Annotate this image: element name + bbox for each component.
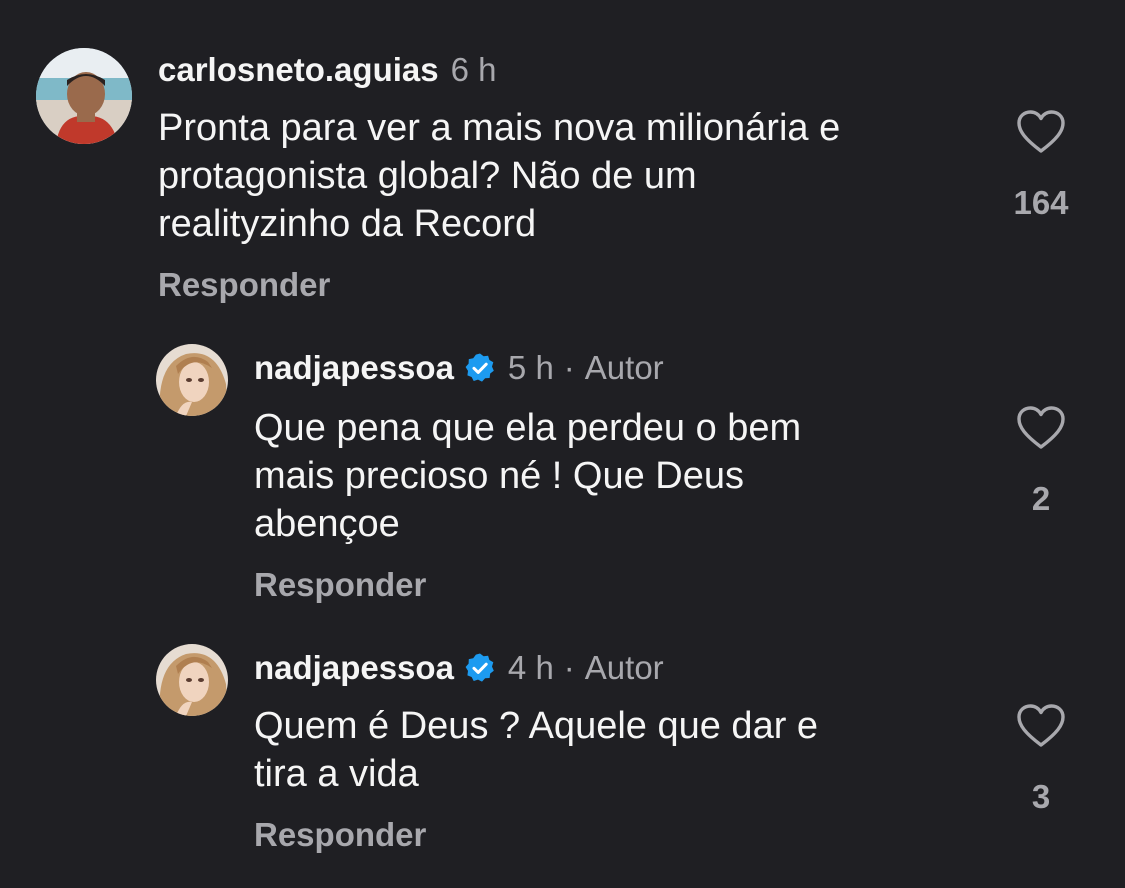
comment-text: Quem é Deus ? Aquele que dar e tira a vi… [254, 702, 818, 798]
avatar[interactable] [36, 48, 132, 144]
separator: · [563, 349, 575, 386]
verified-badge-icon [465, 353, 494, 382]
timestamp: 5 h [507, 349, 554, 386]
comment-line: Pronta para ver a mais nova milionária e [158, 107, 841, 149]
comment-line: abençoe [254, 503, 400, 545]
reply-button[interactable]: Responder [254, 816, 426, 854]
like-button[interactable]: 164 [1001, 110, 1081, 222]
like-count: 3 [1031, 778, 1051, 815]
comment-line: Quem é Deus ? Aquele que dar e [254, 705, 819, 747]
heart-outline-icon[interactable] [1017, 110, 1065, 154]
comment-text: Que pena que ela perdeu o bem mais preci… [254, 404, 801, 548]
comment-meta: nadjapessoa 5 h · Autor [254, 348, 664, 388]
like-button[interactable]: 3 [1001, 704, 1081, 816]
heart-outline-icon[interactable] [1017, 406, 1065, 450]
verified-badge-icon [465, 653, 494, 682]
comment-line: mais precioso né ! Que Deus [254, 455, 745, 497]
comment-line: realityzinho da Record [158, 203, 537, 245]
avatar[interactable] [156, 644, 228, 716]
timestamp: 6 h [450, 51, 497, 88]
like-count: 2 [1031, 480, 1051, 517]
separator: · [563, 649, 575, 686]
like-count: 164 [1013, 184, 1069, 221]
reply-button[interactable]: Responder [254, 566, 426, 604]
reply-button[interactable]: Responder [158, 266, 330, 304]
comment-text: Pronta para ver a mais nova milionária e… [158, 104, 840, 248]
heart-outline-icon[interactable] [1017, 704, 1065, 748]
comment-line: protagonista global? Não de um [158, 155, 697, 197]
timestamp: 4 h [507, 649, 554, 686]
author-label: Autor [584, 349, 664, 386]
author-label: Autor [584, 649, 664, 686]
like-button[interactable]: 2 [1001, 406, 1081, 518]
comment-line: Que pena que ela perdeu o bem [254, 407, 802, 449]
username[interactable]: nadjapessoa [254, 348, 454, 388]
username[interactable]: carlosneto.aguias [158, 50, 439, 90]
comment-meta: carlosneto.aguias 6 h [158, 50, 496, 90]
comment-meta: nadjapessoa 4 h · Autor [254, 648, 664, 688]
comment-line: tira a vida [254, 753, 419, 795]
avatar[interactable] [156, 344, 228, 416]
username[interactable]: nadjapessoa [254, 648, 454, 688]
